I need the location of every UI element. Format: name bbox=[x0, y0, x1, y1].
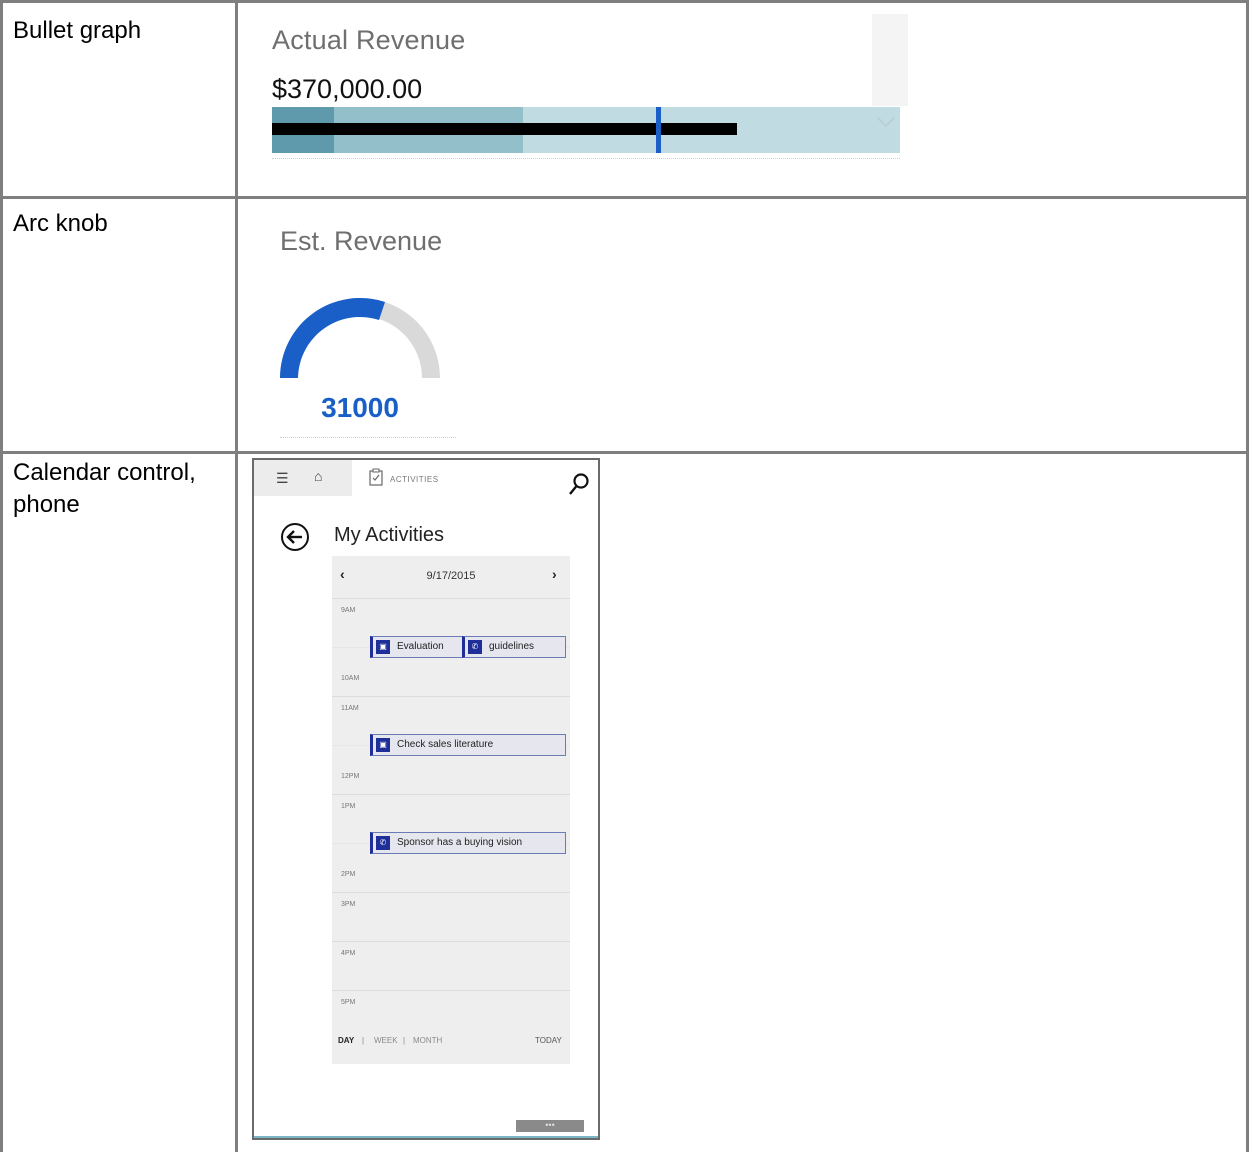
calendar-view-switcher: DAY | WEEK | MONTH TODAY bbox=[332, 1026, 570, 1056]
view-month-tab[interactable]: MONTH bbox=[413, 1036, 442, 1045]
time-label: 4PM bbox=[341, 950, 356, 957]
clipboard-icon bbox=[369, 468, 383, 486]
time-slot[interactable]: 5PM bbox=[332, 990, 570, 1027]
home-icon[interactable]: ⌂ bbox=[314, 468, 322, 484]
arc-knob-value: 31000 bbox=[321, 392, 399, 423]
event-title: Evaluation bbox=[397, 641, 444, 652]
arc-knob-underline bbox=[280, 437, 456, 438]
view-week-tab[interactable]: WEEK bbox=[374, 1036, 398, 1045]
phone-bottom-accent bbox=[254, 1136, 598, 1138]
bullet-graph-shade bbox=[872, 14, 908, 106]
time-label: 2PM bbox=[341, 871, 356, 878]
calendar-event[interactable]: ✆ guidelines bbox=[462, 636, 566, 658]
event-title: guidelines bbox=[489, 641, 535, 652]
row-divider bbox=[0, 451, 1249, 454]
phone-call-icon: ✆ bbox=[376, 836, 390, 850]
time-label: 1PM bbox=[341, 803, 356, 810]
view-separator: | bbox=[362, 1036, 365, 1045]
task-icon: ▣ bbox=[376, 640, 390, 654]
list-icon[interactable]: ☰ bbox=[276, 470, 289, 487]
time-label: 9AM bbox=[341, 607, 356, 614]
calendar-control: ‹ 9/17/2015 › 9AM 10AM 11AM 12PM 1PM 2PM… bbox=[332, 556, 570, 1064]
bullet-graph-title: Actual Revenue bbox=[272, 25, 466, 55]
phone-frame: ☰ ⌂ ACTIVITIES My Activities ‹ 9/17/2015… bbox=[252, 458, 600, 1140]
page-title: My Activities bbox=[334, 524, 445, 546]
time-slot[interactable]: 4PM bbox=[332, 941, 570, 991]
calendar-header: ‹ 9/17/2015 › bbox=[332, 556, 570, 598]
time-label: 10AM bbox=[341, 675, 360, 682]
event-title: Sponsor has a buying vision bbox=[397, 837, 523, 848]
time-slot[interactable]: 3PM bbox=[332, 892, 570, 942]
more-options-button[interactable]: ••• bbox=[516, 1120, 584, 1132]
row-divider bbox=[0, 196, 1249, 199]
event-title: Check sales literature bbox=[397, 739, 494, 750]
view-day-tab[interactable]: DAY bbox=[338, 1036, 354, 1045]
time-label: 3PM bbox=[341, 901, 356, 908]
calendar-date: 9/17/2015 bbox=[426, 570, 476, 582]
column-divider bbox=[235, 0, 238, 1152]
time-label: 12PM bbox=[341, 773, 360, 780]
comparison-table bbox=[0, 0, 1249, 1152]
bullet-graph-value: $370,000.00 bbox=[272, 74, 423, 104]
phone-call-icon: ✆ bbox=[468, 640, 482, 654]
task-icon: ▣ bbox=[376, 738, 390, 752]
today-button[interactable]: TODAY bbox=[535, 1036, 562, 1045]
search-icon[interactable] bbox=[568, 472, 590, 496]
row-label-arc-knob: Arc knob bbox=[13, 210, 108, 237]
arc-knob-fill bbox=[280, 297, 385, 378]
row-label-calendar-phone: Calendar control, phone bbox=[13, 459, 196, 518]
view-separator: | bbox=[403, 1036, 406, 1045]
calendar-event[interactable]: ▣ Check sales literature bbox=[370, 734, 566, 756]
bullet-graph-measure-bar bbox=[272, 123, 737, 135]
arc-knob-title: Est. Revenue bbox=[280, 226, 443, 256]
phone-nav-tab bbox=[254, 460, 352, 496]
time-label: 11AM bbox=[341, 705, 359, 712]
row-label-bullet-graph: Bullet graph bbox=[13, 17, 142, 44]
calendar-event[interactable]: ▣ Evaluation bbox=[370, 636, 463, 658]
activities-nav-label[interactable]: ACTIVITIES bbox=[390, 475, 439, 484]
arc-knob-gauge[interactable] bbox=[276, 290, 446, 390]
next-day-button[interactable]: › bbox=[552, 566, 557, 582]
time-label: 5PM bbox=[341, 999, 356, 1006]
calendar-event[interactable]: ✆ Sponsor has a buying vision bbox=[370, 832, 566, 854]
back-arrow-icon[interactable] bbox=[280, 522, 310, 552]
chevron-down-icon[interactable] bbox=[872, 108, 900, 136]
bullet-graph-target-marker bbox=[656, 107, 661, 153]
bullet-graph-underline bbox=[272, 158, 900, 159]
